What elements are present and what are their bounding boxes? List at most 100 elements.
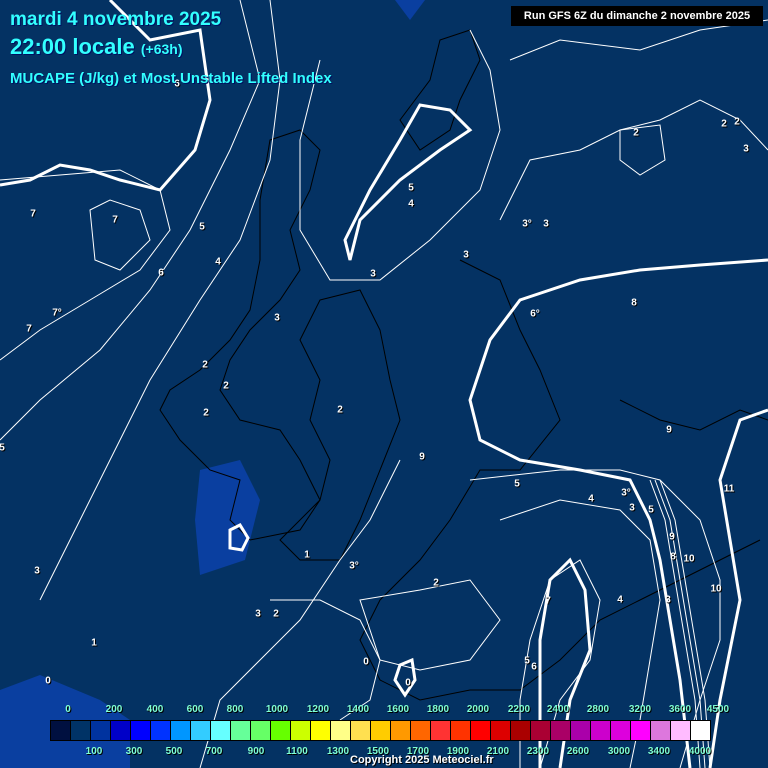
legend-tick-bottom: 3400 <box>647 746 671 757</box>
contour-label: 5 <box>524 655 530 667</box>
contour-label: 7 <box>30 208 36 220</box>
forecast-time: 22:00 locale (+63h) <box>10 34 183 60</box>
legend-swatch <box>271 721 291 740</box>
contour-label: 4 <box>617 594 623 606</box>
contour-label: 10 <box>710 583 722 595</box>
contour-label: 6° <box>530 308 540 320</box>
legend-tick-bottom: 900 <box>247 746 265 757</box>
contour-label: 3 <box>543 218 549 230</box>
contour-label: 2 <box>734 116 740 128</box>
legend-tick-top: 1600 <box>386 704 410 715</box>
legend-tick-top: 200 <box>105 704 123 715</box>
legend-swatch <box>431 721 451 740</box>
parameter-title: MUCAPE (J/kg) et Most Unstable Lifted In… <box>10 70 332 87</box>
legend-swatch <box>351 721 371 740</box>
legend-tick-top: 2000 <box>466 704 490 715</box>
local-time: 22:00 locale <box>10 34 135 59</box>
legend-swatch <box>691 721 710 740</box>
contour-label: 5 <box>0 442 5 454</box>
lead-time: (+63h) <box>140 41 183 57</box>
model-run-label: Run GFS 6Z du dimanche 2 novembre 2025 <box>511 6 763 26</box>
legend-swatch <box>651 721 671 740</box>
contour-label: 2 <box>223 380 229 392</box>
contour-label: 1 <box>91 637 97 649</box>
contour-label: 2 <box>433 577 439 589</box>
contour-label: 5 <box>408 182 414 194</box>
legend-tick-top: 3200 <box>628 704 652 715</box>
legend-tick-top: 4500 <box>706 704 730 715</box>
forecast-date: mardi 4 novembre 2025 <box>10 9 222 30</box>
contour-label: 4 <box>215 256 221 268</box>
contour-label: 6 <box>158 267 164 279</box>
contour-label: 7° <box>52 307 62 319</box>
color-legend-bar <box>50 720 711 741</box>
contour-label: 3° <box>349 560 359 572</box>
legend-tick-bottom: 100 <box>85 746 103 757</box>
legend-tick-bottom: 500 <box>165 746 183 757</box>
legend-swatch <box>331 721 351 740</box>
contour-label: 9 <box>419 451 425 463</box>
coastlines <box>159 29 768 701</box>
legend-swatch <box>171 721 191 740</box>
contour-lines <box>0 0 768 768</box>
legend-swatch <box>591 721 611 740</box>
lifted-index-lines <box>0 0 768 768</box>
legend-swatch <box>571 721 591 740</box>
legend-swatch <box>191 721 211 740</box>
legend-tick-top: 2200 <box>507 704 531 715</box>
legend-tick-bottom: 1300 <box>326 746 350 757</box>
contour-label: 8 <box>631 297 637 309</box>
contour-label: 3 <box>665 594 671 606</box>
contour-label: 3 <box>743 143 749 155</box>
legend-swatch <box>371 721 391 740</box>
legend-tick-top: 1800 <box>426 704 450 715</box>
legend-tick-top: 3600 <box>668 704 692 715</box>
legend-swatch <box>531 721 551 740</box>
contour-label: 3° <box>522 218 532 230</box>
legend-tick-bottom: 2600 <box>566 746 590 757</box>
contour-label: 3 <box>34 565 40 577</box>
legend-swatch <box>51 721 71 740</box>
legend-tick-top: 1000 <box>265 704 289 715</box>
contour-label: 2 <box>633 127 639 139</box>
legend-swatch <box>291 721 311 740</box>
legend-swatch <box>491 721 511 740</box>
legend-swatch <box>231 721 251 740</box>
copyright: Copyright 2025 Meteociel.fr <box>350 754 494 766</box>
contour-label: 6 <box>531 661 537 673</box>
legend-tick-top: 400 <box>146 704 164 715</box>
contour-label: 0 <box>405 677 411 689</box>
legend-swatch <box>151 721 171 740</box>
legend-swatch <box>471 721 491 740</box>
contour-label: 9 <box>666 424 672 436</box>
legend-tick-bottom: 2300 <box>526 746 550 757</box>
legend-swatch <box>551 721 571 740</box>
legend-swatch <box>671 721 691 740</box>
contour-label: 2 <box>202 359 208 371</box>
contour-label: 5 <box>648 504 654 516</box>
legend-tick-bottom: 700 <box>205 746 223 757</box>
legend-swatch <box>111 721 131 740</box>
contour-label: 2 <box>721 118 727 130</box>
contour-label: 0 <box>363 656 369 668</box>
contour-label: 3 <box>370 268 376 280</box>
legend-swatch <box>511 721 531 740</box>
contour-label: 2 <box>273 608 279 620</box>
legend-tick-top: 1200 <box>306 704 330 715</box>
legend-swatch <box>91 721 111 740</box>
legend-tick-bottom: 1100 <box>286 746 308 757</box>
legend-swatch <box>71 721 91 740</box>
cape-shading <box>0 0 425 768</box>
contour-label: 2 <box>203 407 209 419</box>
contour-label: 1 <box>304 549 310 561</box>
legend-swatch <box>251 721 271 740</box>
contour-label: 3 <box>463 249 469 261</box>
contour-label: 5 <box>199 221 205 233</box>
contour-label: 0 <box>45 675 51 687</box>
legend-swatch <box>211 721 231 740</box>
contour-label: 9 <box>669 531 675 543</box>
contour-label: 3 <box>255 608 261 620</box>
contour-label: 5 <box>514 478 520 490</box>
legend-swatch <box>451 721 471 740</box>
contour-label: 3 <box>629 502 635 514</box>
